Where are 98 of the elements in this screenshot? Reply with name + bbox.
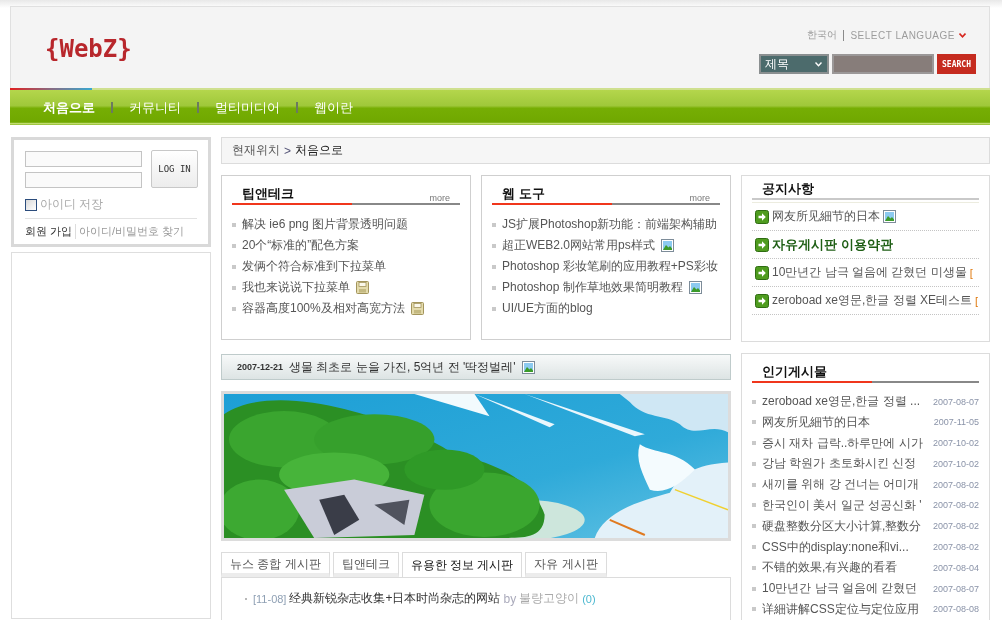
post-link[interactable]: 超正WEB2.0网站常用ps样式 xyxy=(502,237,655,254)
post-link[interactable]: CSS中的display:none和vi... xyxy=(762,538,927,556)
comment-count: (0) xyxy=(582,592,596,605)
post-date: 2007-08-04 xyxy=(932,562,979,573)
bullet-icon xyxy=(232,306,236,311)
arrow-icon xyxy=(755,293,769,308)
bullet-icon xyxy=(492,264,496,269)
search-field[interactable] xyxy=(832,54,934,74)
scope-dropdown[interactable]: 제목 xyxy=(759,54,829,74)
board-tab[interactable]: 자유 게시판 xyxy=(525,552,607,577)
board-tab[interactable]: 뉴스 종합 게시판 xyxy=(221,552,330,577)
post-link[interactable]: 한국인이 美서 일군 성공신화 ' xyxy=(762,497,927,514)
post-date: 2007-10-02 xyxy=(932,438,979,449)
post-link[interactable]: 硬盘整数分区大小计算,整数分 xyxy=(762,517,927,535)
bullet-icon xyxy=(752,482,756,487)
checkbox[interactable] xyxy=(25,198,37,211)
signup-link[interactable]: 회원 가입 xyxy=(25,224,77,239)
bullet-icon xyxy=(752,545,756,550)
site-logo[interactable]: {WebZ} xyxy=(45,35,132,63)
box-title: 팁앤테크 xyxy=(242,185,294,203)
search-button[interactable]: SEARCH xyxy=(937,54,976,74)
post-date: 2007-08-02 xyxy=(932,500,979,511)
box-title: 공지사항 xyxy=(761,180,815,198)
image-icon xyxy=(660,239,674,252)
bullet-icon xyxy=(752,399,756,404)
post-date: 2007-08-02 xyxy=(932,521,979,532)
username-field[interactable] xyxy=(25,151,142,167)
more-link[interactable]: more xyxy=(689,193,720,203)
arrow-icon xyxy=(755,237,769,252)
login-button[interactable]: LOG IN xyxy=(151,150,198,188)
checkbox-label: 아이디 저장 xyxy=(40,196,104,213)
post-date: 2007-11-05 xyxy=(933,417,979,428)
post-link[interactable]: 20个“标准的”配色方案 xyxy=(242,237,360,254)
post-link[interactable]: 새끼를 위해 강 건너는 어미개 xyxy=(762,476,927,494)
arrow-icon xyxy=(755,209,769,224)
post-link[interactable]: UI/UE方面的blog xyxy=(502,300,593,317)
breadcrumb-separator: > xyxy=(284,143,291,158)
bullet-icon xyxy=(492,222,496,227)
headline-date: 2007-12-21 xyxy=(237,362,284,372)
bullet-icon xyxy=(752,586,756,591)
post-link[interactable]: 经典新锐杂志收集+日本时尚杂志的网站 xyxy=(289,590,501,607)
caret-icon xyxy=(815,61,822,67)
bullet-icon xyxy=(752,607,756,612)
post-date: 2007-08-07 xyxy=(932,583,979,594)
notice-link[interactable]: 10만년간 남극 얼음에 갇혔던 미생물 xyxy=(772,264,967,281)
image-icon xyxy=(688,281,702,294)
comment-count: [ xyxy=(975,294,979,307)
bullet-icon xyxy=(752,524,756,529)
post-link[interactable]: 10만년간 남극 얼음에 갇혔던 xyxy=(762,580,927,598)
post-link[interactable]: 解决 ie6 png 图片背景透明问题 xyxy=(242,216,409,233)
comment-count: [ xyxy=(969,266,973,279)
bullet-icon xyxy=(492,243,496,248)
breadcrumb-label: 현재위치 xyxy=(232,142,280,159)
box-title: 웹 도구 xyxy=(502,185,545,203)
post-date: 2007-10-02 xyxy=(932,458,979,469)
bullet-icon xyxy=(752,441,756,446)
arrow-icon xyxy=(755,265,769,280)
password-field[interactable] xyxy=(25,172,142,188)
bullet-icon xyxy=(232,243,236,248)
board-tab[interactable]: 팁앤테크 xyxy=(332,552,399,577)
post-link[interactable]: Photoshop 制作草地效果简明教程 xyxy=(502,279,683,296)
post-link[interactable]: 증시 재차 급락..하루만에 시가 xyxy=(762,434,927,452)
notice-link[interactable]: 자유게시판 이용약관 xyxy=(772,235,893,254)
more-link[interactable]: more xyxy=(429,193,460,203)
box-title: 인기게시물 xyxy=(762,363,827,381)
post-link[interactable]: zeroboad xe영문,한글 정렬 ... xyxy=(762,393,927,410)
post-link[interactable]: 강남 학원가 초토화시킨 신정 xyxy=(762,455,927,473)
post-date: 2007-08-02 xyxy=(932,542,979,553)
post-link[interactable]: Photoshop 彩妆笔刷的应用教程+PS彩妆 xyxy=(502,258,718,275)
breadcrumb-current: 처음으로 xyxy=(295,142,343,159)
post-date: 2007-08-02 xyxy=(932,479,979,490)
notice-link[interactable]: 网友所见細节的日本 xyxy=(772,208,880,225)
post-date: 2007-08-08 xyxy=(932,604,979,615)
bullet-icon xyxy=(752,461,756,466)
post-link[interactable]: 我也来说说下拉菜单 xyxy=(242,279,350,296)
bullet-icon xyxy=(232,285,236,290)
board-tab[interactable]: 유용한 정보 게시판 xyxy=(401,552,523,578)
bullet-icon xyxy=(232,264,236,269)
post-link[interactable]: JS扩展Photoshop新功能：前端架构辅助 xyxy=(502,216,718,233)
bullet-icon xyxy=(752,503,756,508)
image-icon xyxy=(883,210,896,223)
post-link[interactable]: 发俩个符合标准到下拉菜单 xyxy=(242,258,386,275)
bullet-icon xyxy=(492,285,496,290)
post-date: [11-08] xyxy=(253,592,287,605)
post-link[interactable]: 详細讲解CSS定位与定位应用 xyxy=(762,600,927,618)
bullet-icon xyxy=(752,565,756,570)
by-label: by xyxy=(503,591,517,606)
bullet-icon xyxy=(492,306,496,311)
bullet-icon xyxy=(752,420,756,425)
post-link[interactable]: 网友所见細节的日本 xyxy=(762,413,928,431)
post-date: 2007-08-07 xyxy=(932,396,979,407)
headline-link[interactable]: 생물 최초로 눈을 가진, 5억년 전 '딱정벌레' xyxy=(289,358,516,376)
image-icon xyxy=(521,360,535,374)
notice-link[interactable]: zeroboad xe영문,한글 정렬 XE테스트 xyxy=(772,292,973,309)
bullet-icon xyxy=(232,222,236,227)
caret-icon xyxy=(959,32,966,38)
post-link[interactable]: 容器高度100%及相对高宽方法 xyxy=(242,300,405,317)
post-link[interactable]: 不错的效果,有兴趣的看看 xyxy=(762,559,927,577)
